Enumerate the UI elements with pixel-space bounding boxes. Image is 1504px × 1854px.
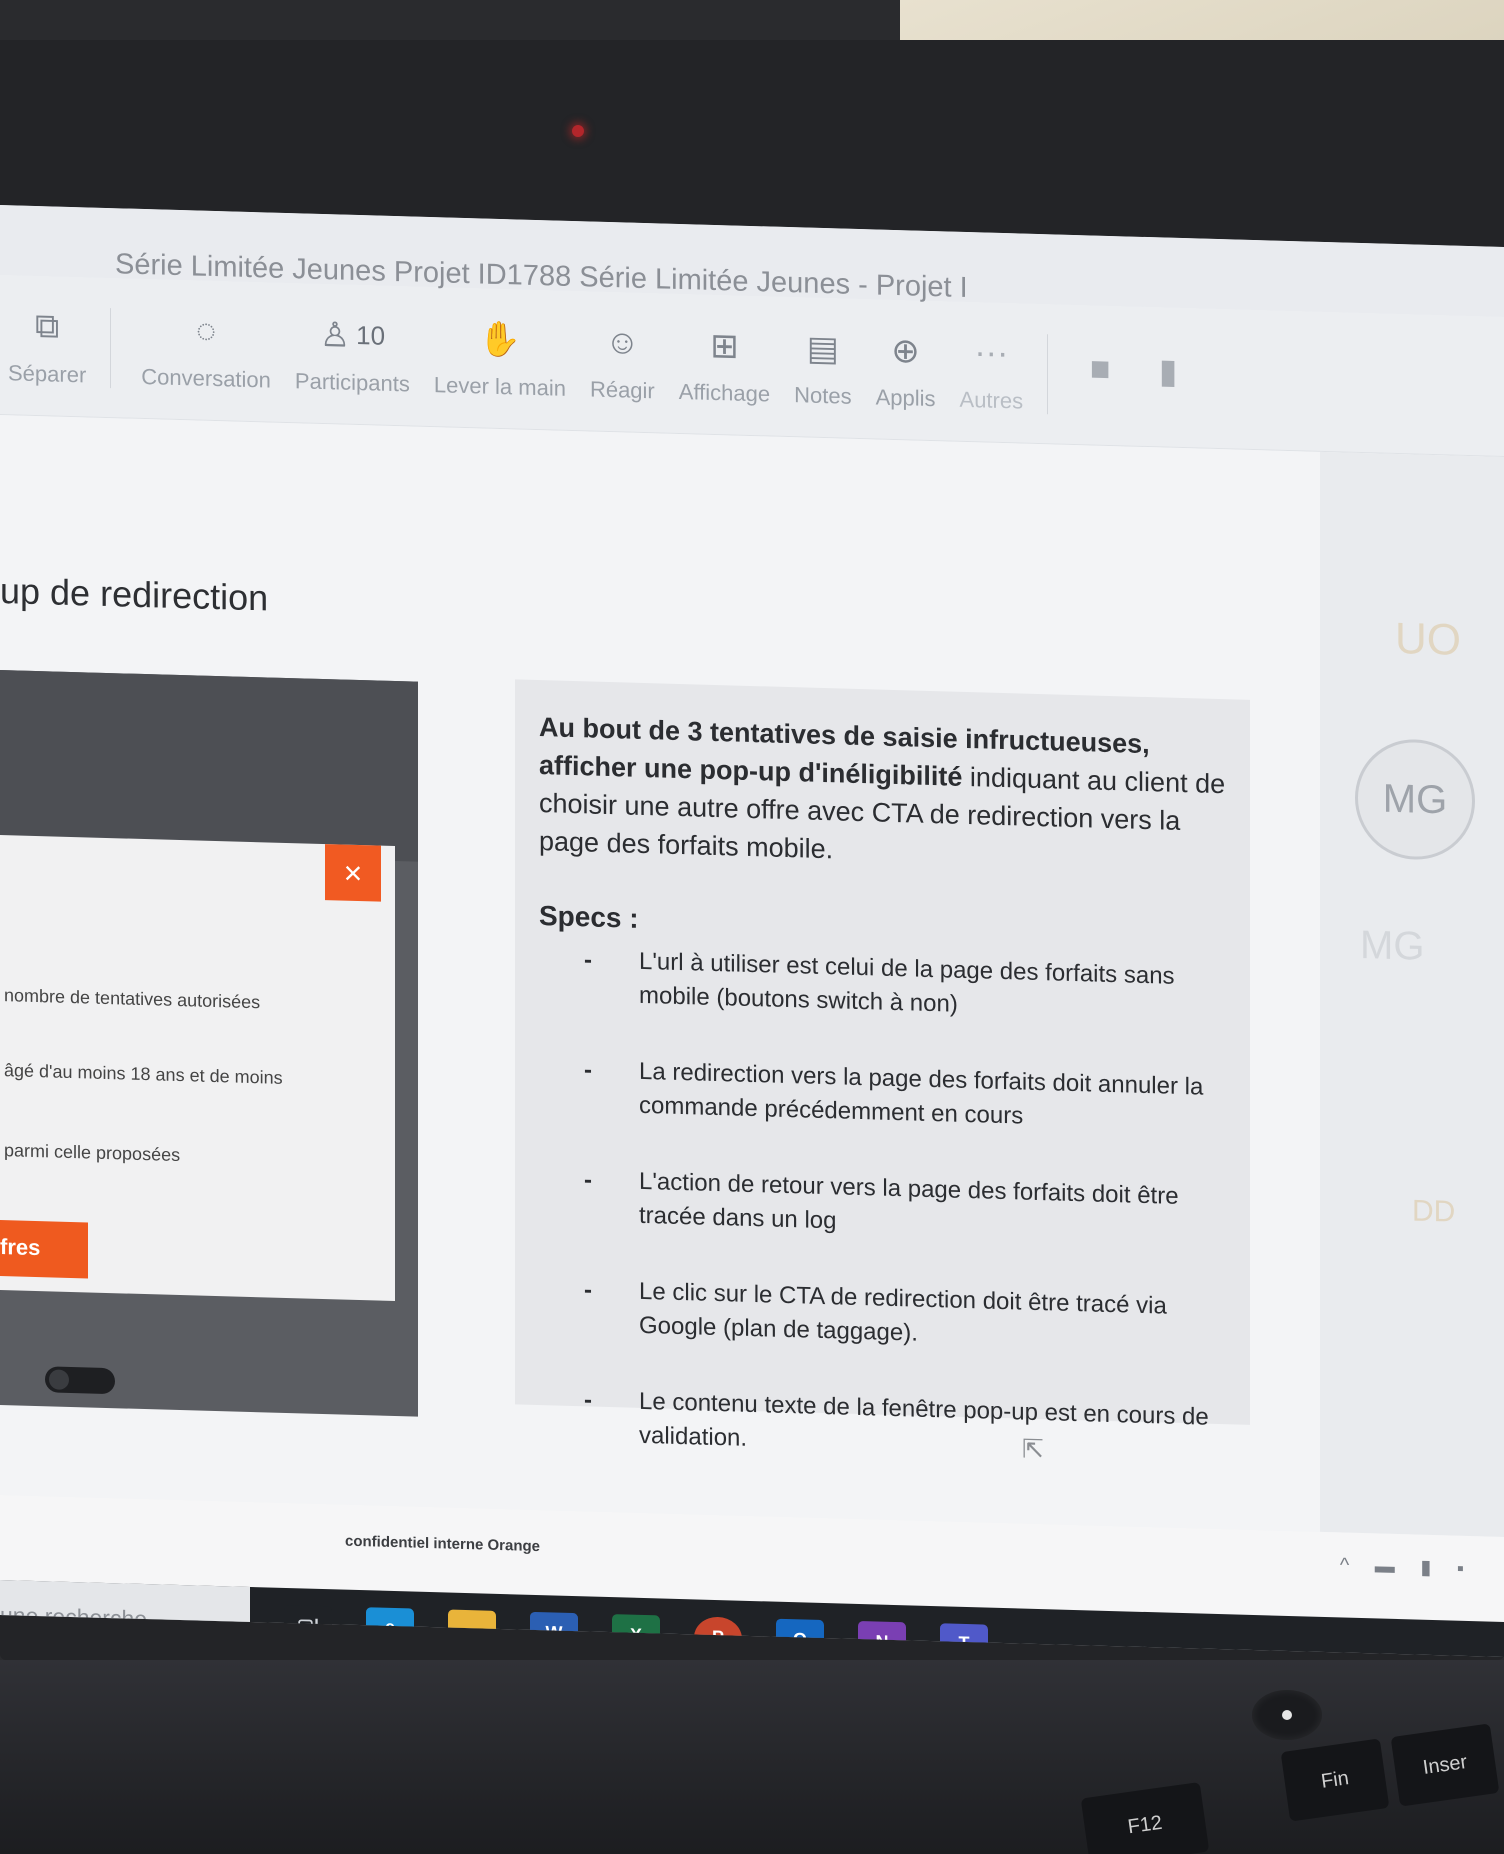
camera-button[interactable]: ■ (1078, 347, 1122, 404)
power-button[interactable] (1252, 1690, 1322, 1740)
raise-hand-label: Lever la main (433, 371, 566, 401)
add-app-icon: ⊕ (891, 331, 920, 371)
notes-button[interactable]: ▤ Notes (794, 326, 851, 410)
apps-label: Applis (875, 383, 936, 411)
smiley-icon: ☺ (605, 322, 640, 362)
mouse-cursor-icon: ⇱ (1022, 1433, 1044, 1465)
popout-label: Séparer (8, 359, 87, 387)
microphone-icon: ▮ (1158, 351, 1178, 391)
avatar[interactable]: DD (1412, 1194, 1455, 1229)
specs-list: L'url à utiliser est celui de la page de… (539, 942, 1228, 1469)
chat-icon: ◌ (195, 311, 217, 351)
toolbar-divider (1047, 333, 1049, 414)
apps-button[interactable]: ⊕ Applis (876, 328, 936, 412)
pop-out-icon: ⧉ (35, 306, 60, 346)
view-label: Affichage (678, 378, 771, 407)
avatar[interactable]: MG (1355, 737, 1475, 862)
people-icon: ♙ 10 (319, 315, 386, 355)
close-icon: × (325, 844, 381, 902)
more-label: Autres (959, 386, 1024, 414)
participants-gallery: UO MG MG DD (1320, 451, 1504, 1538)
raise-hand-button[interactable]: ✋ Lever la main (434, 316, 566, 402)
mockup-text-line: parmi celle proposées (4, 1140, 181, 1166)
popup-mockup: × nombre de tentatives autorisées âgé d'… (0, 670, 418, 1417)
webcam-light (572, 125, 584, 137)
react-label: Réagir (589, 375, 655, 403)
chat-label: Conversation (141, 363, 271, 393)
react-button[interactable]: ☺ Réagir (590, 320, 655, 404)
raise-hand-icon: ✋ (478, 319, 522, 360)
notes-label: Notes (794, 381, 852, 409)
participants-button[interactable]: ♙ 10 Participants (295, 312, 410, 397)
specs-panel: Au bout de 3 tentatives de saisie infruc… (515, 679, 1250, 1452)
spec-item: Le clic sur le CTA de redirection doit ê… (539, 1272, 1228, 1359)
mockup-cta-button: fres (0, 1220, 88, 1279)
key-f12[interactable]: F12 (1080, 1781, 1210, 1854)
laptop-keyboard: F12 Fin Inser (0, 1660, 1504, 1854)
spec-item: La redirection vers la page des forfaits… (539, 1052, 1228, 1139)
more-icon: ··· (974, 333, 1009, 373)
chat-button[interactable]: ◌ Conversation (141, 307, 271, 393)
laptop-screen: Série Limitée Jeunes Projet ID1788 Série… (0, 205, 1504, 1658)
grid-view-icon: ⊞ (710, 326, 739, 366)
toolbar-divider (110, 307, 112, 388)
specs-intro: Au bout de 3 tentatives de saisie infruc… (539, 708, 1228, 879)
shared-screen: -up de redirection × nombre de tentative… (0, 415, 1504, 1538)
participants-count: 10 (356, 319, 386, 351)
camera-icon: ■ (1089, 349, 1111, 389)
mockup-modal: × nombre de tentatives autorisées âgé d'… (0, 835, 395, 1302)
spec-item: L'url à utiliser est celui de la page de… (539, 942, 1228, 1029)
spec-item: Le contenu texte de la fenêtre pop-up es… (539, 1382, 1228, 1469)
popout-button[interactable]: ⧉ Séparer (8, 304, 86, 388)
mockup-text-line: nombre de tentatives autorisées (4, 985, 261, 1013)
microphone-button[interactable]: ▮ (1146, 349, 1190, 406)
slide-heading: -up de redirection (0, 569, 269, 619)
mockup-toggle-switch (45, 1366, 115, 1395)
specs-title: Specs : (539, 900, 639, 934)
view-button[interactable]: ⊞ Affichage (679, 322, 770, 407)
mockup-backdrop (0, 670, 418, 862)
more-button[interactable]: ··· Autres (960, 330, 1024, 414)
mockup-text-line: âgé d'au moins 18 ans et de moins (4, 1060, 283, 1088)
notes-icon: ▤ (806, 329, 839, 368)
spec-item: L'action de retour vers la page des forf… (539, 1162, 1228, 1249)
avatar[interactable]: UO (1395, 614, 1461, 666)
avatar[interactable]: MG (1360, 923, 1424, 970)
key-inser[interactable]: Inser (1390, 1723, 1500, 1807)
participants-label: Participants (294, 367, 410, 396)
system-tray[interactable]: ^ ▬ ▮ ▪ (1340, 1552, 1474, 1581)
confidential-label: confidentiel interne Orange (345, 1532, 541, 1556)
key-fin[interactable]: Fin (1280, 1738, 1390, 1822)
